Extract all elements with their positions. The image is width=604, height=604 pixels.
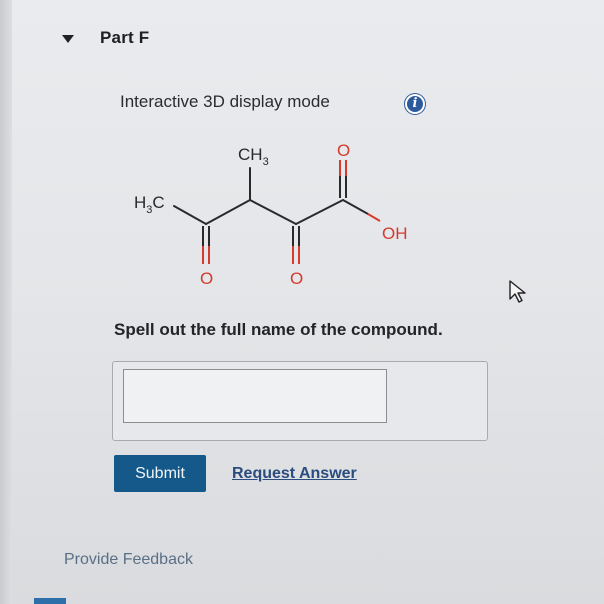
bond-oh-red [367,213,381,222]
bond-c1-c2 [205,199,251,225]
part-header[interactable]: Part F [62,28,149,48]
submit-button[interactable]: Submit [114,455,206,492]
taskbar-strip [34,598,66,604]
answer-container [112,361,488,441]
request-answer-link[interactable]: Request Answer [232,465,357,483]
molecule-structure: CH3 H3C O OH O O [134,141,408,288]
label-o-left: O [200,269,213,288]
label-o-top: O [337,141,350,160]
caret-down-icon[interactable] [62,35,74,43]
bond-c2-c3 [249,199,297,225]
label-o-mid: O [290,269,303,288]
label-oh: OH [382,224,408,243]
info-icon[interactable]: i [405,94,425,114]
bond-h3c-c1 [173,205,207,225]
part-title: Part F [100,28,150,47]
mouse-pointer-icon [509,280,526,303]
label-ch3: CH3 [238,145,269,168]
left-border [0,0,12,604]
label-h3c: H3C [134,193,165,216]
display-mode-label: Interactive 3D display mode [120,92,330,111]
provide-feedback-link[interactable]: Provide Feedback [64,551,193,569]
question-prompt: Spell out the full name of the compound. [114,320,443,339]
bond-c3-c4 [295,199,344,225]
answer-input[interactable] [123,369,387,423]
bond-c4-oh [342,199,369,215]
